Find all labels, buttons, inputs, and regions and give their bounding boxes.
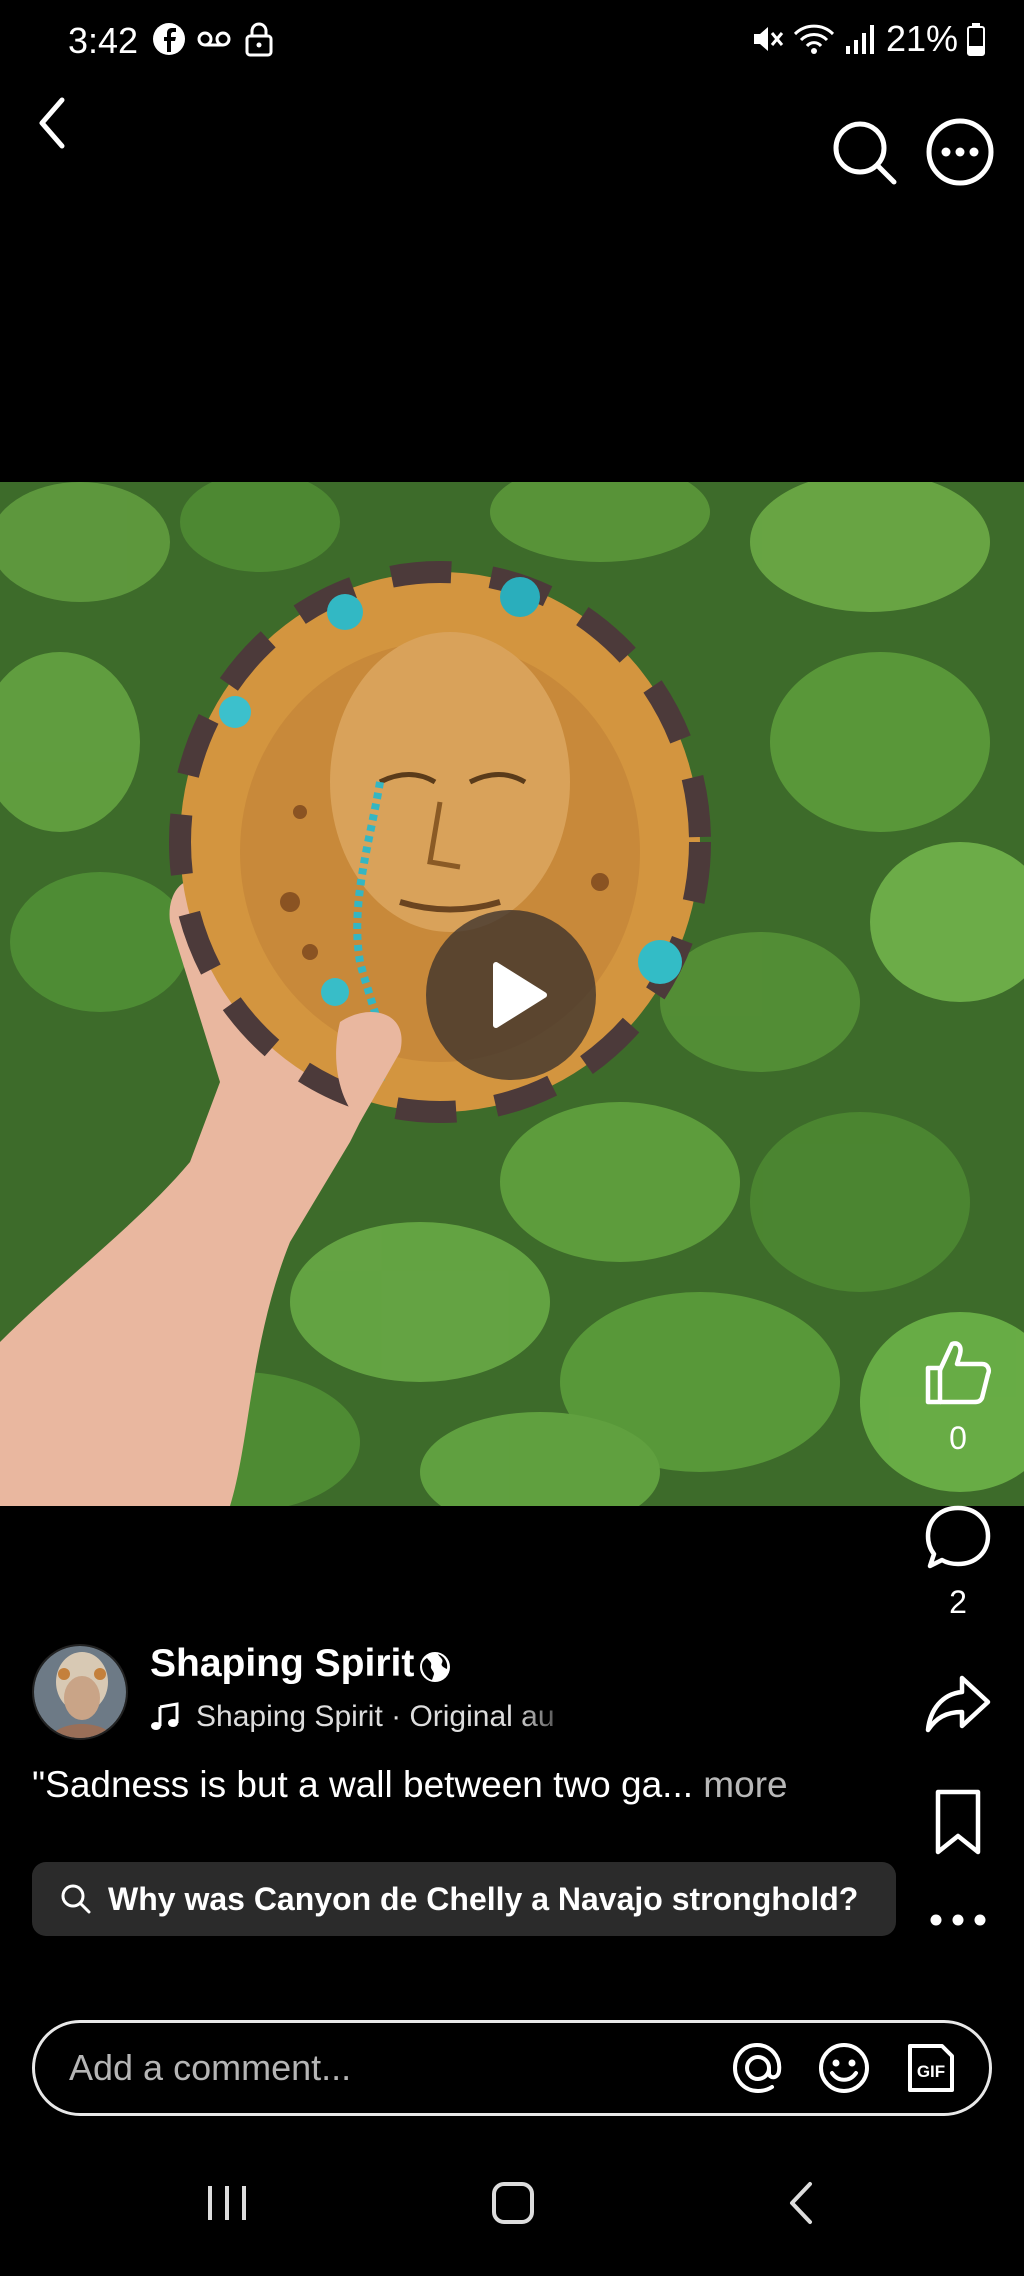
back-icon[interactable] [30, 92, 90, 152]
mute-icon [753, 27, 784, 51]
play-button[interactable] [426, 910, 596, 1080]
music-note-icon [151, 1702, 179, 1730]
more-icon[interactable] [924, 116, 996, 188]
status-time: 3:42 [68, 20, 139, 61]
audio-track[interactable]: Shaping Spirit · Original au [150, 1700, 580, 1734]
nav-back-icon[interactable] [780, 2180, 826, 2226]
lock-icon [245, 22, 273, 57]
like-count: 0 [949, 1420, 967, 1456]
search-icon[interactable] [830, 118, 900, 188]
recent-apps-icon[interactable] [204, 2180, 250, 2226]
author-avatar[interactable] [32, 1644, 128, 1740]
like-icon[interactable] [922, 1336, 994, 1408]
caption-text: "Sadness is but a wall between two ga... [32, 1764, 694, 1805]
gif-icon[interactable]: GIF [902, 2040, 958, 2096]
wifi-icon [793, 24, 834, 54]
post-caption[interactable]: "Sadness is but a wall between two ga...… [32, 1764, 788, 1806]
voicemail-icon [197, 31, 231, 47]
home-icon[interactable] [490, 2180, 536, 2226]
battery-percent: 21% [885, 18, 958, 59]
battery-icon [967, 23, 985, 56]
author-name[interactable]: Shaping Spirit [150, 1642, 414, 1686]
comment-placeholder: Add a comment... [69, 2047, 352, 2088]
suggestion-text: Why was Canyon de Chelly a Navajo strong… [108, 1880, 859, 1917]
svg-text:GIF: GIF [917, 2062, 945, 2081]
rail-more-icon[interactable] [922, 1900, 994, 1940]
facebook-icon [153, 23, 185, 55]
comment-icon[interactable] [922, 1502, 994, 1574]
audio-label: Shaping Spirit · Original au [196, 1700, 555, 1733]
mention-icon[interactable] [730, 2040, 786, 2096]
signal-icon [845, 25, 874, 54]
share-icon[interactable] [922, 1668, 994, 1740]
search-icon [61, 1884, 91, 1914]
caption-more-link[interactable]: more [703, 1764, 787, 1805]
globe-icon [420, 1652, 450, 1682]
search-suggestion-chip[interactable]: Why was Canyon de Chelly a Navajo strong… [32, 1862, 896, 1936]
avatar-image [34, 1646, 126, 1738]
status-right: 21% [750, 18, 986, 60]
emoji-icon[interactable] [816, 2040, 872, 2096]
comment-count: 2 [949, 1584, 967, 1620]
play-icon [493, 962, 547, 1028]
bookmark-icon[interactable] [922, 1786, 994, 1858]
